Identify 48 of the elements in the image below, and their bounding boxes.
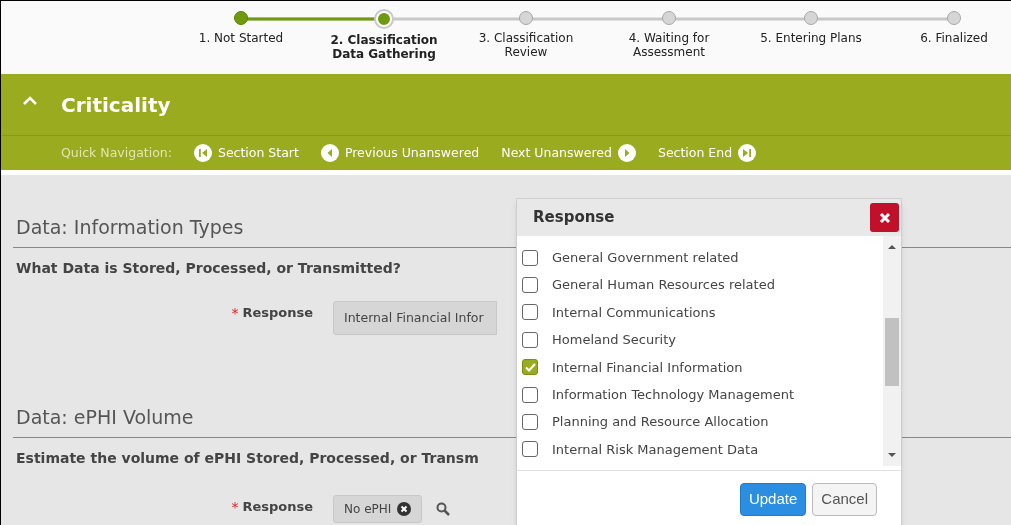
scroll-up-icon[interactable] — [887, 244, 897, 250]
option-checkbox[interactable] — [522, 386, 538, 403]
option-row[interactable]: General Human Resources related — [522, 271, 883, 299]
step-label: 6. Finalized — [920, 31, 988, 45]
section-title: Criticality — [61, 91, 171, 119]
search-icon[interactable] — [436, 502, 451, 516]
step-label: 2. Classification Data Gathering — [330, 33, 438, 61]
option-checkbox[interactable] — [522, 304, 538, 321]
required-asterisk: * — [231, 498, 239, 517]
step-label: 3. Classification Review — [478, 31, 574, 59]
option-row[interactable]: Planning and Resource Allocation — [522, 408, 883, 436]
required-asterisk: * — [231, 304, 239, 323]
option-checkbox[interactable] — [522, 441, 538, 458]
close-button[interactable] — [870, 203, 899, 232]
question-text: Estimate the volume of ePHI Stored, Processed, or Transm — [16, 449, 479, 468]
question-text: What Data is Stored, Processed, or Transmitted? — [16, 259, 401, 278]
section-heading: Data: ePHI Volume — [16, 405, 194, 429]
option-checkbox[interactable] — [522, 277, 538, 294]
next-icon — [617, 144, 636, 162]
option-row[interactable]: Information Technology Management — [522, 380, 883, 409]
section-heading: Data: Information Types — [16, 215, 244, 239]
step-label: 5. Entering Plans — [760, 31, 862, 45]
option-checkbox[interactable] — [522, 359, 538, 376]
skip-end-icon — [738, 144, 757, 162]
scrollbar[interactable] — [883, 236, 901, 466]
option-checkbox[interactable] — [522, 249, 538, 266]
option-checkbox[interactable] — [522, 414, 538, 431]
option-row[interactable]: Internal Communications — [522, 298, 883, 327]
option-row[interactable]: General Government related — [522, 244, 883, 272]
scrollbar-thumb[interactable] — [885, 318, 899, 386]
option-row[interactable]: Internal Risk Management Data — [522, 435, 883, 464]
quick-navigation-label: Quick Navigation: — [61, 143, 172, 162]
dialog-title: Response — [533, 207, 615, 229]
field-label: Response — [242, 304, 313, 322]
option-row[interactable]: Homeland Security — [522, 326, 883, 354]
step-label: 1. Not Started — [198, 31, 284, 45]
previous-icon — [320, 144, 339, 162]
field-label: Response — [242, 498, 313, 516]
close-icon — [878, 211, 891, 224]
step-label: 4. Waiting for Assessment — [628, 31, 710, 59]
option-row[interactable]: Internal Financial Information — [522, 353, 883, 381]
option-checkbox[interactable] — [522, 331, 538, 348]
remove-icon[interactable] — [397, 502, 412, 516]
response-field[interactable]: Internal Financial Infor — [333, 301, 497, 335]
skip-start-icon — [193, 144, 212, 162]
scroll-down-icon[interactable] — [887, 452, 897, 458]
response-chip[interactable]: No ePHI — [333, 495, 423, 523]
cancel-button[interactable]: Cancel — [812, 483, 877, 516]
